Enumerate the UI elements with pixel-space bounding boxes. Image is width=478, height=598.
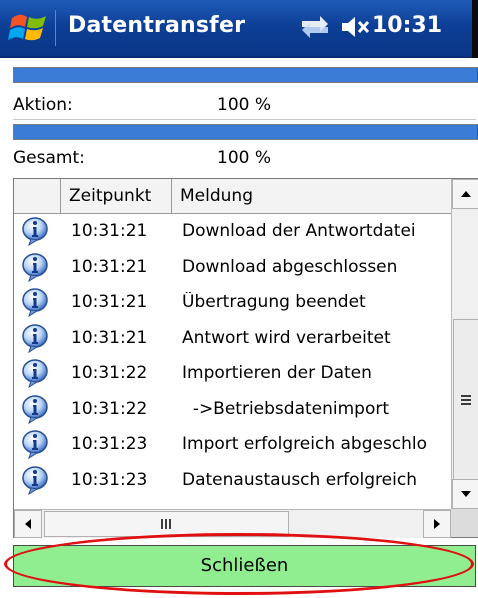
table-row[interactable]: 10:31:22 Importieren der Daten bbox=[14, 356, 451, 390]
log-message: Download der Antwortdatei bbox=[182, 221, 416, 241]
arrow-right-icon bbox=[434, 519, 440, 529]
table-row[interactable]: 10:31:23 Datenaustausch erfolgreich bbox=[14, 463, 451, 497]
info-icon bbox=[22, 465, 48, 495]
arrow-left-icon bbox=[25, 519, 31, 529]
log-message: Import erfolgreich abgeschlo bbox=[182, 434, 428, 454]
horizontal-scroll-thumb[interactable] bbox=[44, 511, 289, 537]
scroll-right-button[interactable] bbox=[423, 510, 451, 538]
log-message: Download abgeschlossen bbox=[182, 256, 398, 277]
info-icon bbox=[22, 430, 48, 459]
grip-icon bbox=[161, 519, 171, 529]
info-icon bbox=[22, 359, 48, 388]
vertical-scroll-thumb[interactable] bbox=[453, 319, 478, 484]
log-time: 10:31:22 bbox=[71, 363, 148, 383]
info-icon bbox=[22, 323, 48, 353]
table-row[interactable]: 10:31:21 Download der Antwortdatei bbox=[14, 214, 451, 248]
table-row[interactable]: 10:31:21 Antwort wird verarbeitet bbox=[14, 321, 451, 355]
title-separator bbox=[55, 10, 56, 46]
log-time: 10:31:22 bbox=[71, 398, 148, 419]
windows-start-icon[interactable] bbox=[6, 8, 50, 48]
action-percent: 100 % bbox=[217, 95, 272, 115]
scrollbar-corner bbox=[451, 509, 478, 537]
window-title: Datentransfer bbox=[68, 13, 246, 38]
total-progress-fill bbox=[14, 125, 478, 139]
log-message: Importieren der Daten bbox=[182, 363, 372, 383]
log-message: ->Betriebsdatenimport bbox=[182, 398, 390, 419]
scroll-down-button[interactable] bbox=[452, 479, 478, 509]
vertical-scrollbar[interactable] bbox=[451, 179, 478, 509]
log-list-header: Zeitpunkt Meldung bbox=[14, 179, 451, 214]
column-header-icon[interactable] bbox=[14, 179, 61, 213]
divider bbox=[13, 119, 476, 120]
table-row[interactable]: 10:31:23 Import erfolgreich abgeschlo bbox=[14, 427, 451, 461]
horizontal-scrollbar[interactable] bbox=[14, 509, 451, 538]
close-button[interactable]: Schließen bbox=[13, 545, 476, 587]
action-progress-bar bbox=[13, 67, 478, 83]
log-message: Antwort wird verarbeitet bbox=[182, 327, 391, 348]
grip-icon bbox=[461, 395, 471, 405]
column-header-time[interactable]: Zeitpunkt bbox=[61, 179, 172, 213]
info-icon bbox=[22, 394, 48, 424]
table-row[interactable]: 10:31:21 Download abgeschlossen bbox=[14, 250, 451, 284]
clock[interactable]: 10:31 bbox=[372, 13, 442, 38]
log-time: 10:31:21 bbox=[71, 327, 148, 348]
log-time: 10:31:21 bbox=[71, 221, 148, 241]
table-row[interactable]: 10:31:21 Übertragung beendet bbox=[14, 285, 451, 319]
log-time: 10:31:21 bbox=[71, 292, 148, 312]
arrow-up-icon bbox=[461, 191, 471, 197]
action-progress-fill bbox=[14, 68, 478, 82]
info-icon bbox=[22, 217, 48, 246]
table-row[interactable]: 10:31:22 ->Betriebsdatenimport bbox=[14, 392, 451, 426]
connectivity-icon[interactable] bbox=[300, 13, 330, 41]
arrow-down-icon bbox=[461, 491, 471, 497]
info-icon bbox=[22, 252, 48, 282]
total-progress-bar bbox=[13, 124, 478, 140]
log-time: 10:31:23 bbox=[71, 434, 148, 454]
log-rows: 10:31:21 Download der Antwortdatei 10:31:2… bbox=[14, 214, 451, 509]
column-header-message[interactable]: Meldung bbox=[172, 179, 451, 213]
scroll-left-button[interactable] bbox=[14, 510, 42, 538]
total-percent: 100 % bbox=[217, 148, 272, 168]
log-list[interactable]: Zeitpunkt Meldung 10:31:21 Download der A… bbox=[13, 178, 478, 538]
log-time: 10:31:23 bbox=[71, 469, 148, 490]
scroll-up-button[interactable] bbox=[452, 179, 478, 209]
info-icon bbox=[22, 288, 48, 317]
action-label: Aktion: bbox=[13, 95, 73, 115]
log-time: 10:31:21 bbox=[71, 256, 148, 277]
title-bar: Datentransfer 10:31 bbox=[0, 0, 478, 58]
log-message: Übertragung beendet bbox=[182, 292, 366, 312]
screen-edge bbox=[472, 0, 478, 58]
total-label: Gesamt: bbox=[13, 148, 85, 168]
volume-muted-icon[interactable] bbox=[340, 15, 370, 39]
log-message: Datenaustausch erfolgreich bbox=[182, 469, 417, 490]
